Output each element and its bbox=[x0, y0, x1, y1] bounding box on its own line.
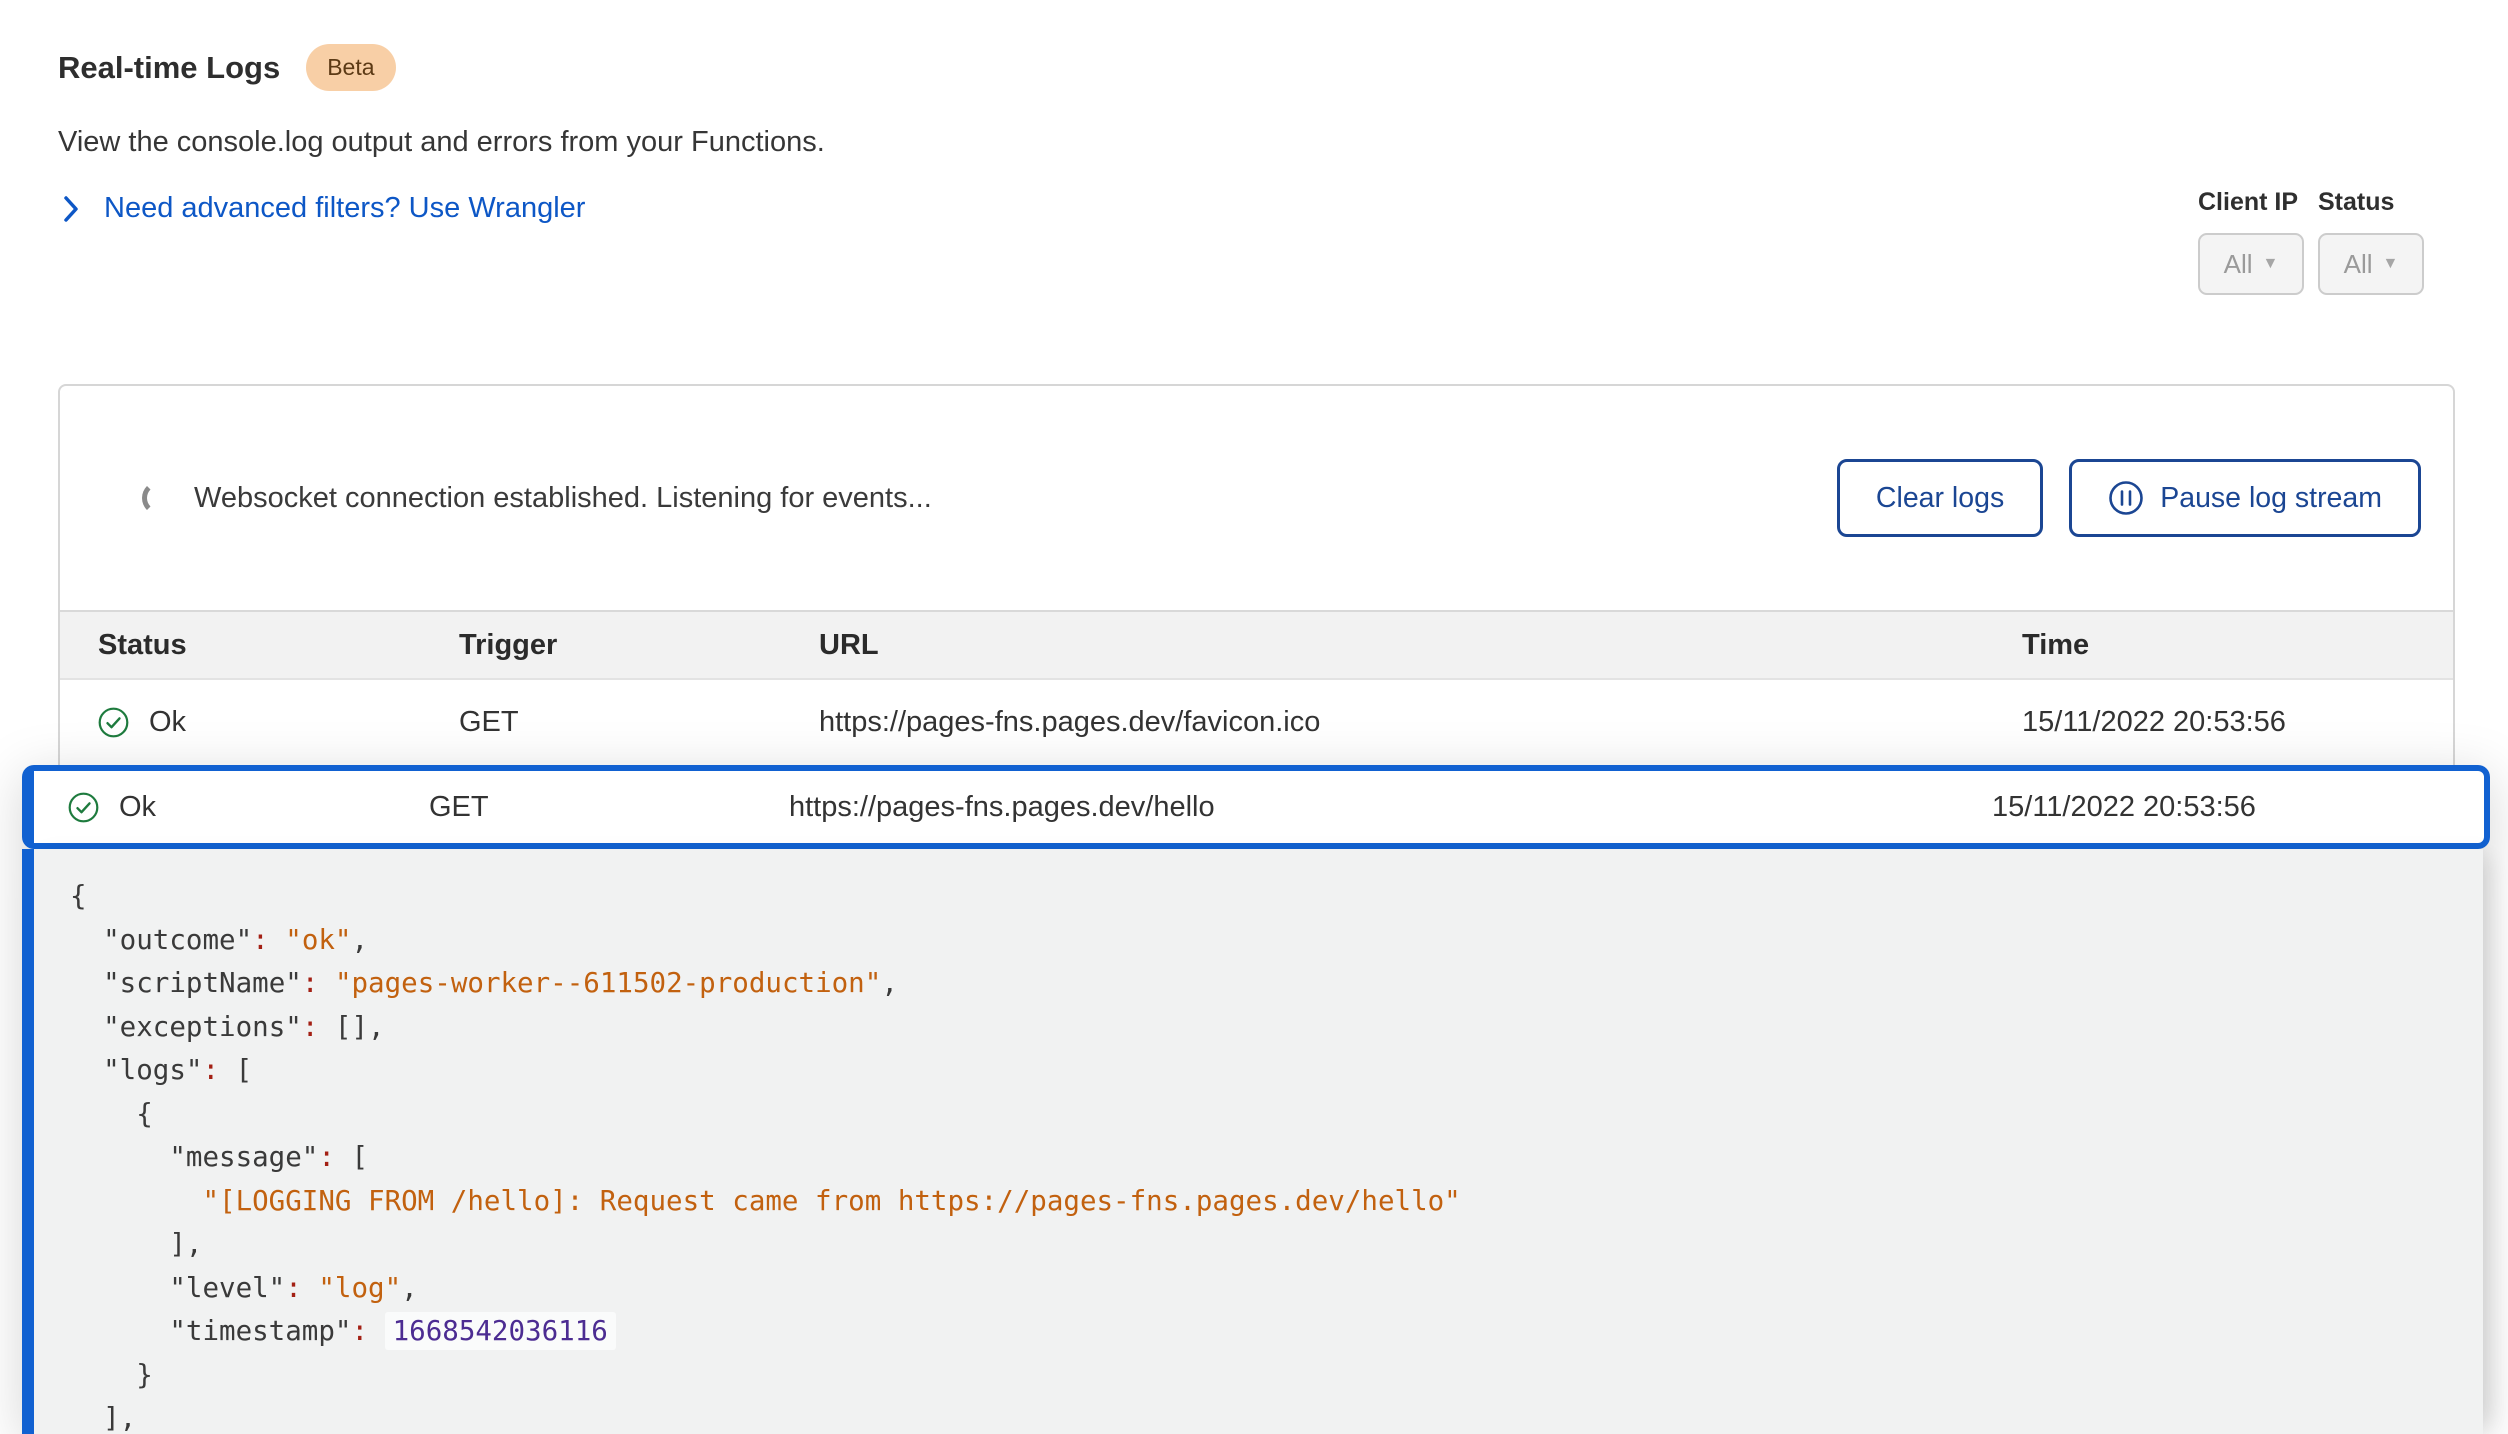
check-circle-icon bbox=[68, 792, 99, 823]
log-time: 15/11/2022 20:53:56 bbox=[2022, 706, 2413, 739]
client-ip-dropdown[interactable]: All ▼ bbox=[2198, 233, 2304, 295]
spinner-icon bbox=[142, 481, 176, 515]
pause-circle-icon bbox=[2108, 480, 2144, 516]
advanced-filters-link-row[interactable]: Need advanced filters? Use Wrangler bbox=[62, 192, 585, 225]
log-url: https://pages-fns.pages.dev/hello bbox=[789, 791, 1992, 824]
chevron-right-icon bbox=[62, 194, 80, 224]
chevron-down-icon: ▼ bbox=[2383, 255, 2399, 273]
selected-log-row[interactable]: Ok GET https://pages-fns.pages.dev/hello… bbox=[22, 765, 2490, 849]
expanded-log-json: { "outcome": "ok", "scriptName": "pages-… bbox=[70, 875, 2483, 1434]
stream-status-bar: Websocket connection established. Listen… bbox=[60, 386, 2453, 610]
beta-badge: Beta bbox=[306, 44, 395, 91]
log-time: 15/11/2022 20:53:56 bbox=[1992, 791, 2444, 824]
client-ip-filter: Client IP All ▼ bbox=[2198, 188, 2304, 295]
client-ip-dropdown-value: All bbox=[2224, 249, 2253, 280]
page-subtitle: View the console.log output and errors f… bbox=[58, 126, 825, 159]
log-url: https://pages-fns.pages.dev/favicon.ico bbox=[819, 706, 2022, 739]
advanced-filters-link[interactable]: Need advanced filters? Use Wrangler bbox=[104, 192, 585, 225]
chevron-down-icon: ▼ bbox=[2263, 255, 2279, 273]
log-table-header: Status Trigger URL Time bbox=[60, 610, 2453, 680]
status-filter: Status All ▼ bbox=[2318, 188, 2424, 295]
check-circle-icon bbox=[98, 707, 129, 738]
client-ip-filter-label: Client IP bbox=[2198, 188, 2304, 217]
column-header-url: URL bbox=[819, 629, 2022, 662]
log-row[interactable]: Ok GET https://pages-fns.pages.dev/favic… bbox=[60, 680, 2453, 765]
selected-log-entry: Ok GET https://pages-fns.pages.dev/hello… bbox=[22, 765, 2490, 1434]
log-trigger: GET bbox=[429, 791, 789, 824]
column-header-status: Status bbox=[98, 629, 459, 662]
pause-log-stream-button[interactable]: Pause log stream bbox=[2069, 459, 2421, 537]
status-dropdown-value: All bbox=[2344, 249, 2373, 280]
page-title: Real-time Logs bbox=[58, 50, 280, 86]
log-status: Ok bbox=[119, 791, 156, 824]
log-trigger: GET bbox=[459, 706, 819, 739]
log-status: Ok bbox=[149, 706, 186, 739]
column-header-trigger: Trigger bbox=[459, 629, 819, 662]
pause-log-stream-label: Pause log stream bbox=[2160, 482, 2382, 515]
status-dropdown[interactable]: All ▼ bbox=[2318, 233, 2424, 295]
expanded-log-details: { "outcome": "ok", "scriptName": "pages-… bbox=[22, 849, 2483, 1434]
status-filter-label: Status bbox=[2318, 188, 2424, 217]
stream-actions: Clear logs Pause log stream bbox=[1837, 459, 2421, 537]
column-header-time: Time bbox=[2022, 629, 2413, 662]
clear-logs-button[interactable]: Clear logs bbox=[1837, 459, 2043, 537]
websocket-status-message: Websocket connection established. Listen… bbox=[194, 482, 932, 515]
